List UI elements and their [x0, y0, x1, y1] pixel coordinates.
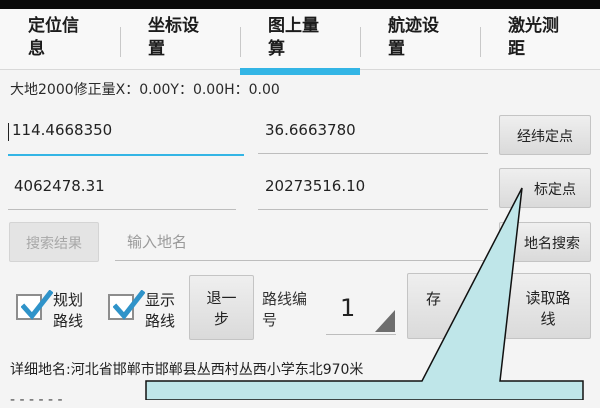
callout-overlay — [145, 187, 584, 400]
callout-bubble — [145, 187, 584, 400]
